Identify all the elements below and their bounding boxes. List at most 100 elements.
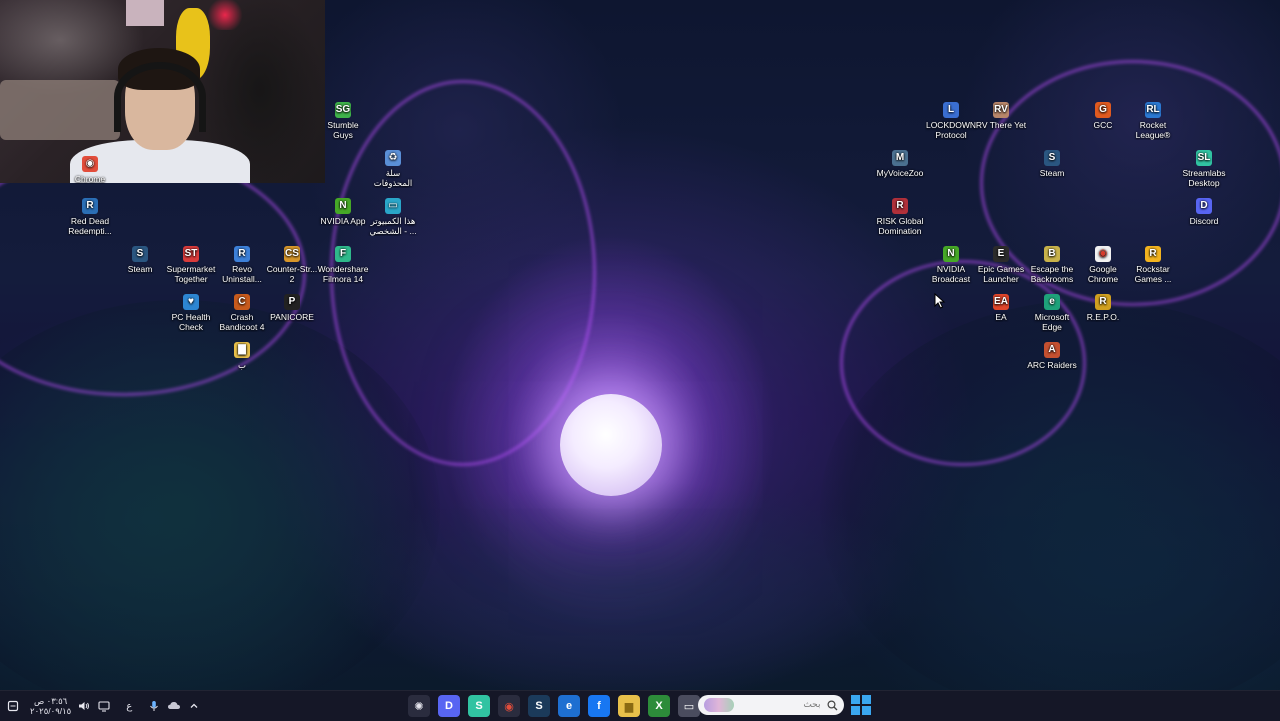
desktop-icon-revo[interactable]: R Revo Uninstall...: [216, 246, 268, 284]
start-button[interactable]: [850, 694, 872, 716]
desktop-icon-rockstar[interactable]: R Rockstar Games ...: [1127, 246, 1179, 284]
computer-icon: ▭: [385, 198, 401, 214]
risk-icon: R: [892, 198, 908, 214]
desktop-icon-nvidia-broadcast[interactable]: N NVIDIA Broadcast: [925, 246, 977, 284]
epic-games-icon: E: [993, 246, 1009, 262]
desktop-icon-streamlabs[interactable]: SL Streamlabs Desktop: [1178, 150, 1230, 188]
desktop-icon-escape-backrooms[interactable]: B Escape the Backrooms: [1026, 246, 1078, 284]
streamlabs-icon: S: [475, 700, 483, 712]
rocket-league-icon: RL: [1145, 102, 1161, 118]
folder-icon: ▇: [234, 342, 250, 358]
taskbar-file-explorer[interactable]: ▆: [618, 695, 640, 717]
chrome-icon: ◉: [82, 156, 98, 172]
taskbar-discord[interactable]: D: [438, 695, 460, 717]
desktop-icon-risk[interactable]: R RISK Global Domination: [874, 198, 926, 236]
desktop-icon-red-dead[interactable]: R Red Dead Redempti...: [64, 198, 116, 236]
desktop-icon-panicore[interactable]: P PANICORE: [266, 294, 318, 322]
taskbar-facebook[interactable]: f: [588, 695, 610, 717]
mic-icon[interactable]: [147, 699, 161, 713]
desktop-icon-stumble-guys[interactable]: SG Stumble Guys: [317, 102, 369, 140]
desktop-icon-google-chrome[interactable]: ◉ Google Chrome: [1077, 246, 1129, 284]
clock-date: ٢٠٢٥/٠٩/١٥: [30, 706, 72, 716]
desktop-icon-rv-there-yet[interactable]: RV RV There Yet: [975, 102, 1027, 130]
desktop-icon-repo[interactable]: R R.E.P.O.: [1077, 294, 1129, 322]
desktop-icon-supermarket[interactable]: ST Supermarket Together: [165, 246, 217, 284]
terminal-icon: ▭: [683, 700, 695, 713]
taskbar-search[interactable]: [698, 695, 844, 715]
network-icon[interactable]: [97, 699, 111, 713]
facebook-icon: f: [597, 700, 601, 712]
desktop-icon-arc-raiders[interactable]: A ARC Raiders: [1026, 342, 1078, 370]
taskbar-chrome[interactable]: ◉: [498, 695, 520, 717]
supermarket-icon: ST: [183, 246, 199, 262]
edge-icon: e: [565, 700, 573, 712]
desktop-icon-ea[interactable]: EA EA: [975, 294, 1027, 322]
notification-icon[interactable]: [6, 699, 20, 713]
desktop-icon-nvidia-app[interactable]: N NVIDIA App: [317, 198, 369, 226]
rv-icon: RV: [993, 102, 1009, 118]
taskbar-steam[interactable]: S: [528, 695, 550, 717]
steam-icon: S: [535, 700, 543, 712]
desktop-icon-edge[interactable]: e Microsoft Edge: [1026, 294, 1078, 332]
discord-icon: D: [1196, 198, 1212, 214]
chrome-icon: ◉: [504, 700, 514, 713]
repo-icon: R: [1095, 294, 1111, 310]
windows-logo-icon: [851, 695, 860, 704]
cloud-icon[interactable]: [167, 699, 181, 713]
moon: [560, 394, 662, 496]
desktop-icon-crash-bandicoot[interactable]: C Crash Bandicoot 4: [216, 294, 268, 332]
escape-backrooms-icon: B: [1044, 246, 1060, 262]
taskbar-streamlabs[interactable]: S: [468, 695, 490, 717]
ea-icon: EA: [993, 294, 1009, 310]
lockdown-icon: L: [943, 102, 959, 118]
panicore-icon: P: [284, 294, 300, 310]
taskbar: ٠٣:٥٦ ص ٢٠٢٥/٠٩/١٥ ع ✺ D S ◉ S e f ▆ X ▭: [0, 690, 1280, 721]
desktop-icon-counter-strike[interactable]: CS Counter-Str... 2: [266, 246, 318, 284]
crash-bandicoot-icon: C: [234, 294, 250, 310]
desktop-icon-gcc[interactable]: G GCC: [1077, 102, 1129, 130]
counter-strike-icon: CS: [284, 246, 300, 262]
xbox-icon: X: [655, 700, 663, 712]
recycle-bin-icon: ♻: [385, 150, 401, 166]
desktop-icon-rocket-league[interactable]: RL Rocket League®: [1127, 102, 1179, 140]
desktop-icon-recycle-bin[interactable]: ♻ سلة المحذوفات: [367, 150, 419, 188]
clock[interactable]: ٠٣:٥٦ ص ٢٠٢٥/٠٩/١٥: [30, 696, 71, 716]
desktop-icon-discord[interactable]: D Discord: [1178, 198, 1230, 226]
revo-icon: R: [234, 246, 250, 262]
taskbar-edge[interactable]: e: [558, 695, 580, 717]
desktop-icon-steam[interactable]: S Steam: [114, 246, 166, 274]
desktop-icon-folder[interactable]: ▇ ب: [216, 342, 268, 370]
search-highlight-icon: [704, 698, 734, 712]
gcc-icon: G: [1095, 102, 1111, 118]
language-indicator[interactable]: ع: [117, 699, 141, 713]
myvoicezoo-icon: M: [892, 150, 908, 166]
desktop-icon-lockdown[interactable]: L LOCKDOWN Protocol: [925, 102, 977, 140]
taskbar-settings[interactable]: ✺: [408, 695, 430, 717]
desktop-icon-epic-games[interactable]: E Epic Games Launcher: [975, 246, 1027, 284]
pc-health-icon: ♥: [183, 294, 199, 310]
desktop-icon-chrome[interactable]: ◉ Chrome: [64, 156, 116, 184]
desktop-icon-myvoicezoo[interactable]: M MyVoiceZoo: [874, 150, 926, 178]
desktop-icon-this-pc[interactable]: ▭ هذا الكمبيوتر الشخصي - ...: [367, 198, 419, 236]
settings-icon: ✺: [414, 700, 424, 713]
edge-icon: e: [1044, 294, 1060, 310]
search-icon: [827, 699, 838, 710]
nvidia-icon: N: [335, 198, 351, 214]
steam-icon: S: [1044, 150, 1060, 166]
stumble-guys-icon: SG: [335, 102, 351, 118]
desktop-icon-pc-health[interactable]: ♥ PC Health Check: [165, 294, 217, 332]
desktop-icon-filmora[interactable]: F Wondershare Filmora 14: [317, 246, 369, 284]
system-tray: ٠٣:٥٦ ص ٢٠٢٥/٠٩/١٥ ع: [6, 691, 201, 721]
taskbar-terminal[interactable]: ▭: [678, 695, 700, 717]
taskbar-xbox[interactable]: X: [648, 695, 670, 717]
nvidia-broadcast-icon: N: [943, 246, 959, 262]
chevron-up-icon[interactable]: [187, 699, 201, 713]
volume-icon[interactable]: [77, 699, 91, 713]
filmora-icon: F: [335, 246, 351, 262]
desktop-icon-steam-right[interactable]: S Steam: [1026, 150, 1078, 178]
google-chrome-icon: ◉: [1095, 246, 1111, 262]
discord-icon: D: [445, 700, 453, 712]
steam-icon: S: [132, 246, 148, 262]
taskbar-apps: ✺ D S ◉ S e f ▆ X ▭: [408, 691, 700, 721]
search-input[interactable]: [738, 699, 823, 711]
